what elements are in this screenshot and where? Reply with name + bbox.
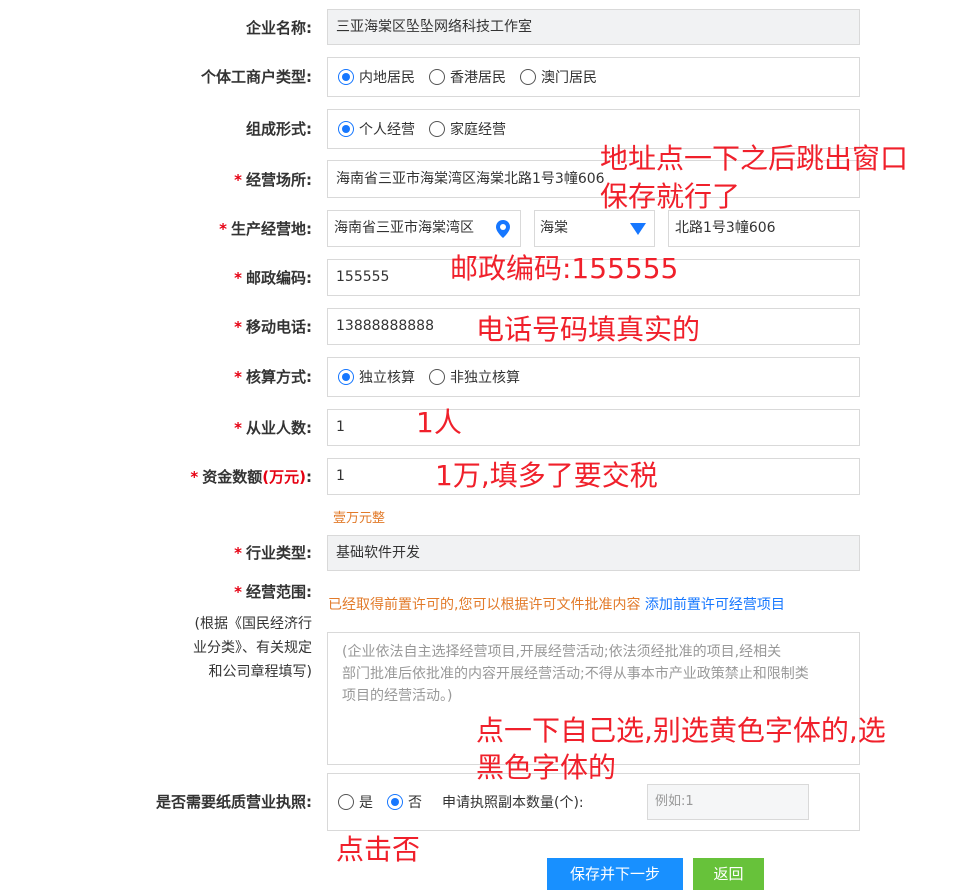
- annotation-phone: 电话号码填真实的: [476, 313, 701, 346]
- radio-non-independent-label: 非独立核算: [450, 370, 520, 386]
- radio-independent[interactable]: 独立核算: [338, 367, 415, 387]
- triangle-down-icon[interactable]: [630, 223, 646, 235]
- label-scope-text: 经营范围:: [246, 583, 312, 601]
- permit-hint: 已经取得前置许可的,您可以根据许可文件批准内容: [328, 597, 641, 613]
- radio-paper-no-circle[interactable]: [387, 794, 403, 810]
- permit-row: 已经取得前置许可的,您可以根据许可文件批准内容 添加前置许可经营项目: [328, 594, 785, 614]
- label-composition: 组成形式:: [246, 120, 312, 138]
- radio-hongkong-circle[interactable]: [429, 69, 445, 85]
- copies-input[interactable]: 例如:1: [647, 784, 809, 820]
- street-value: 北路1号3幢606: [675, 220, 776, 236]
- radio-individual-label: 个人经营: [359, 122, 415, 138]
- accounting-group: 独立核算 非独立核算: [327, 357, 860, 397]
- scope-note-line: 和公司章程填写): [208, 664, 312, 680]
- radio-paper-yes-label: 是: [359, 795, 373, 811]
- label-paper-license: 是否需要纸质营业执照:: [156, 793, 312, 811]
- radio-macau-label: 澳门居民: [541, 70, 597, 86]
- copies-label: 申请执照副本数量(个):: [442, 795, 584, 811]
- business-type-group: 内地居民 香港居民 澳门居民: [327, 57, 860, 97]
- label-employees-text: 从业人数:: [246, 419, 312, 437]
- label-production-site-text: 生产经营地:: [231, 220, 312, 238]
- region-value: 海南省三亚市海棠湾区: [334, 220, 474, 236]
- label-scope: * 经营范围:: [234, 583, 312, 601]
- scope-note-line: (根据《国民经济行: [194, 616, 312, 632]
- radio-individual[interactable]: 个人经营: [338, 119, 415, 139]
- label-production-site: * 生产经营地:: [219, 220, 312, 238]
- label-company-name: 企业名称:: [246, 19, 312, 37]
- capital-chinese-amount: 壹万元整: [333, 511, 386, 526]
- capital-value: 1: [336, 468, 345, 484]
- radio-non-independent[interactable]: 非独立核算: [429, 367, 520, 387]
- radio-macau[interactable]: 澳门居民: [520, 67, 597, 87]
- town-value: 海棠: [540, 220, 568, 236]
- town-select[interactable]: 海棠: [534, 210, 655, 247]
- label-business-type: 个体工商户类型:: [201, 68, 312, 86]
- radio-non-independent-circle[interactable]: [429, 369, 445, 385]
- scope-placeholder-line: 部门批准后依批准的内容开展经营活动;不得从事本市产业政策禁止和限制类: [342, 666, 809, 682]
- radio-individual-circle[interactable]: [338, 121, 354, 137]
- premises-value: 海南省三亚市海棠湾区海棠北路1号3幢606: [336, 171, 605, 187]
- save-next-button[interactable]: 保存并下一步: [547, 858, 683, 890]
- radio-mainland[interactable]: 内地居民: [338, 67, 415, 87]
- postal-code-value: 155555: [336, 269, 390, 285]
- annotation-scope-1: 点一下自己选,别选黄色字体的,选: [476, 714, 886, 747]
- radio-paper-no[interactable]: 否: [387, 792, 422, 812]
- industry-field: 基础软件开发: [327, 535, 860, 571]
- radio-hongkong-label: 香港居民: [450, 70, 506, 86]
- label-capital-colon: :: [306, 468, 312, 486]
- label-industry-text: 行业类型:: [246, 544, 312, 562]
- annotation-address-1: 地址点一下之后跳出窗口: [600, 142, 909, 175]
- radio-mainland-circle[interactable]: [338, 69, 354, 85]
- label-premises-text: 经营场所:: [246, 171, 312, 189]
- label-mobile: * 移动电话:: [234, 318, 312, 336]
- scope-placeholder-line: 项目的经营活动。): [342, 688, 453, 704]
- annotation-postal: 邮政编码:155555: [450, 252, 679, 285]
- label-capital-unit: (万元): [262, 468, 306, 486]
- industry-value: 基础软件开发: [336, 545, 420, 561]
- label-industry: * 行业类型:: [234, 544, 312, 562]
- region-select[interactable]: 海南省三亚市海棠湾区: [327, 210, 521, 247]
- radio-paper-yes-circle[interactable]: [338, 794, 354, 810]
- radio-independent-label: 独立核算: [359, 370, 415, 386]
- annotation-scope-2: 黑色字体的: [476, 751, 617, 784]
- label-capital-text: 资金数额: [202, 468, 263, 486]
- annotation-paper: 点击否: [336, 833, 421, 866]
- scope-note-line: 业分类》、有关规定: [193, 640, 312, 656]
- label-employees: * 从业人数:: [234, 419, 312, 437]
- employees-value: 1: [336, 419, 345, 435]
- radio-macau-circle[interactable]: [520, 69, 536, 85]
- scope-placeholder-line: (企业依法自主选择经营项目,开展经营活动;依法须经批准的项目,经相关: [342, 644, 782, 660]
- label-premises: * 经营场所:: [234, 171, 312, 189]
- company-name-field: 三亚海棠区坠坠网络科技工作室: [327, 9, 860, 45]
- back-button[interactable]: 返回: [693, 858, 764, 890]
- mobile-value: 13888888888: [336, 318, 434, 334]
- company-name-value: 三亚海棠区坠坠网络科技工作室: [336, 19, 532, 35]
- radio-mainland-label: 内地居民: [359, 70, 415, 86]
- location-pin-icon[interactable]: [496, 220, 510, 238]
- annotation-address-2: 保存就行了: [600, 180, 741, 213]
- radio-family-label: 家庭经营: [450, 122, 506, 138]
- radio-independent-circle[interactable]: [338, 369, 354, 385]
- annotation-employees: 1人: [416, 406, 462, 439]
- radio-paper-no-label: 否: [408, 795, 422, 811]
- radio-hongkong[interactable]: 香港居民: [429, 67, 506, 87]
- annotation-capital: 1万,填多了要交税: [435, 459, 658, 492]
- add-permit-link[interactable]: 添加前置许可经营项目: [645, 597, 785, 613]
- label-accounting: * 核算方式:: [234, 368, 312, 386]
- radio-paper-yes[interactable]: 是: [338, 792, 373, 812]
- radio-family[interactable]: 家庭经营: [429, 119, 506, 139]
- street-input[interactable]: 北路1号3幢606: [668, 210, 860, 247]
- label-capital: * 资金数额(万元):: [190, 468, 312, 486]
- label-postal-code: * 邮政编码:: [234, 269, 312, 287]
- label-postal-code-text: 邮政编码:: [246, 269, 312, 287]
- scope-note: (根据《国民经济行 业分类》、有关规定 和公司章程填写): [152, 612, 312, 684]
- radio-family-circle[interactable]: [429, 121, 445, 137]
- label-accounting-text: 核算方式:: [246, 368, 312, 386]
- label-mobile-text: 移动电话:: [246, 318, 312, 336]
- employees-input[interactable]: 1: [327, 409, 860, 446]
